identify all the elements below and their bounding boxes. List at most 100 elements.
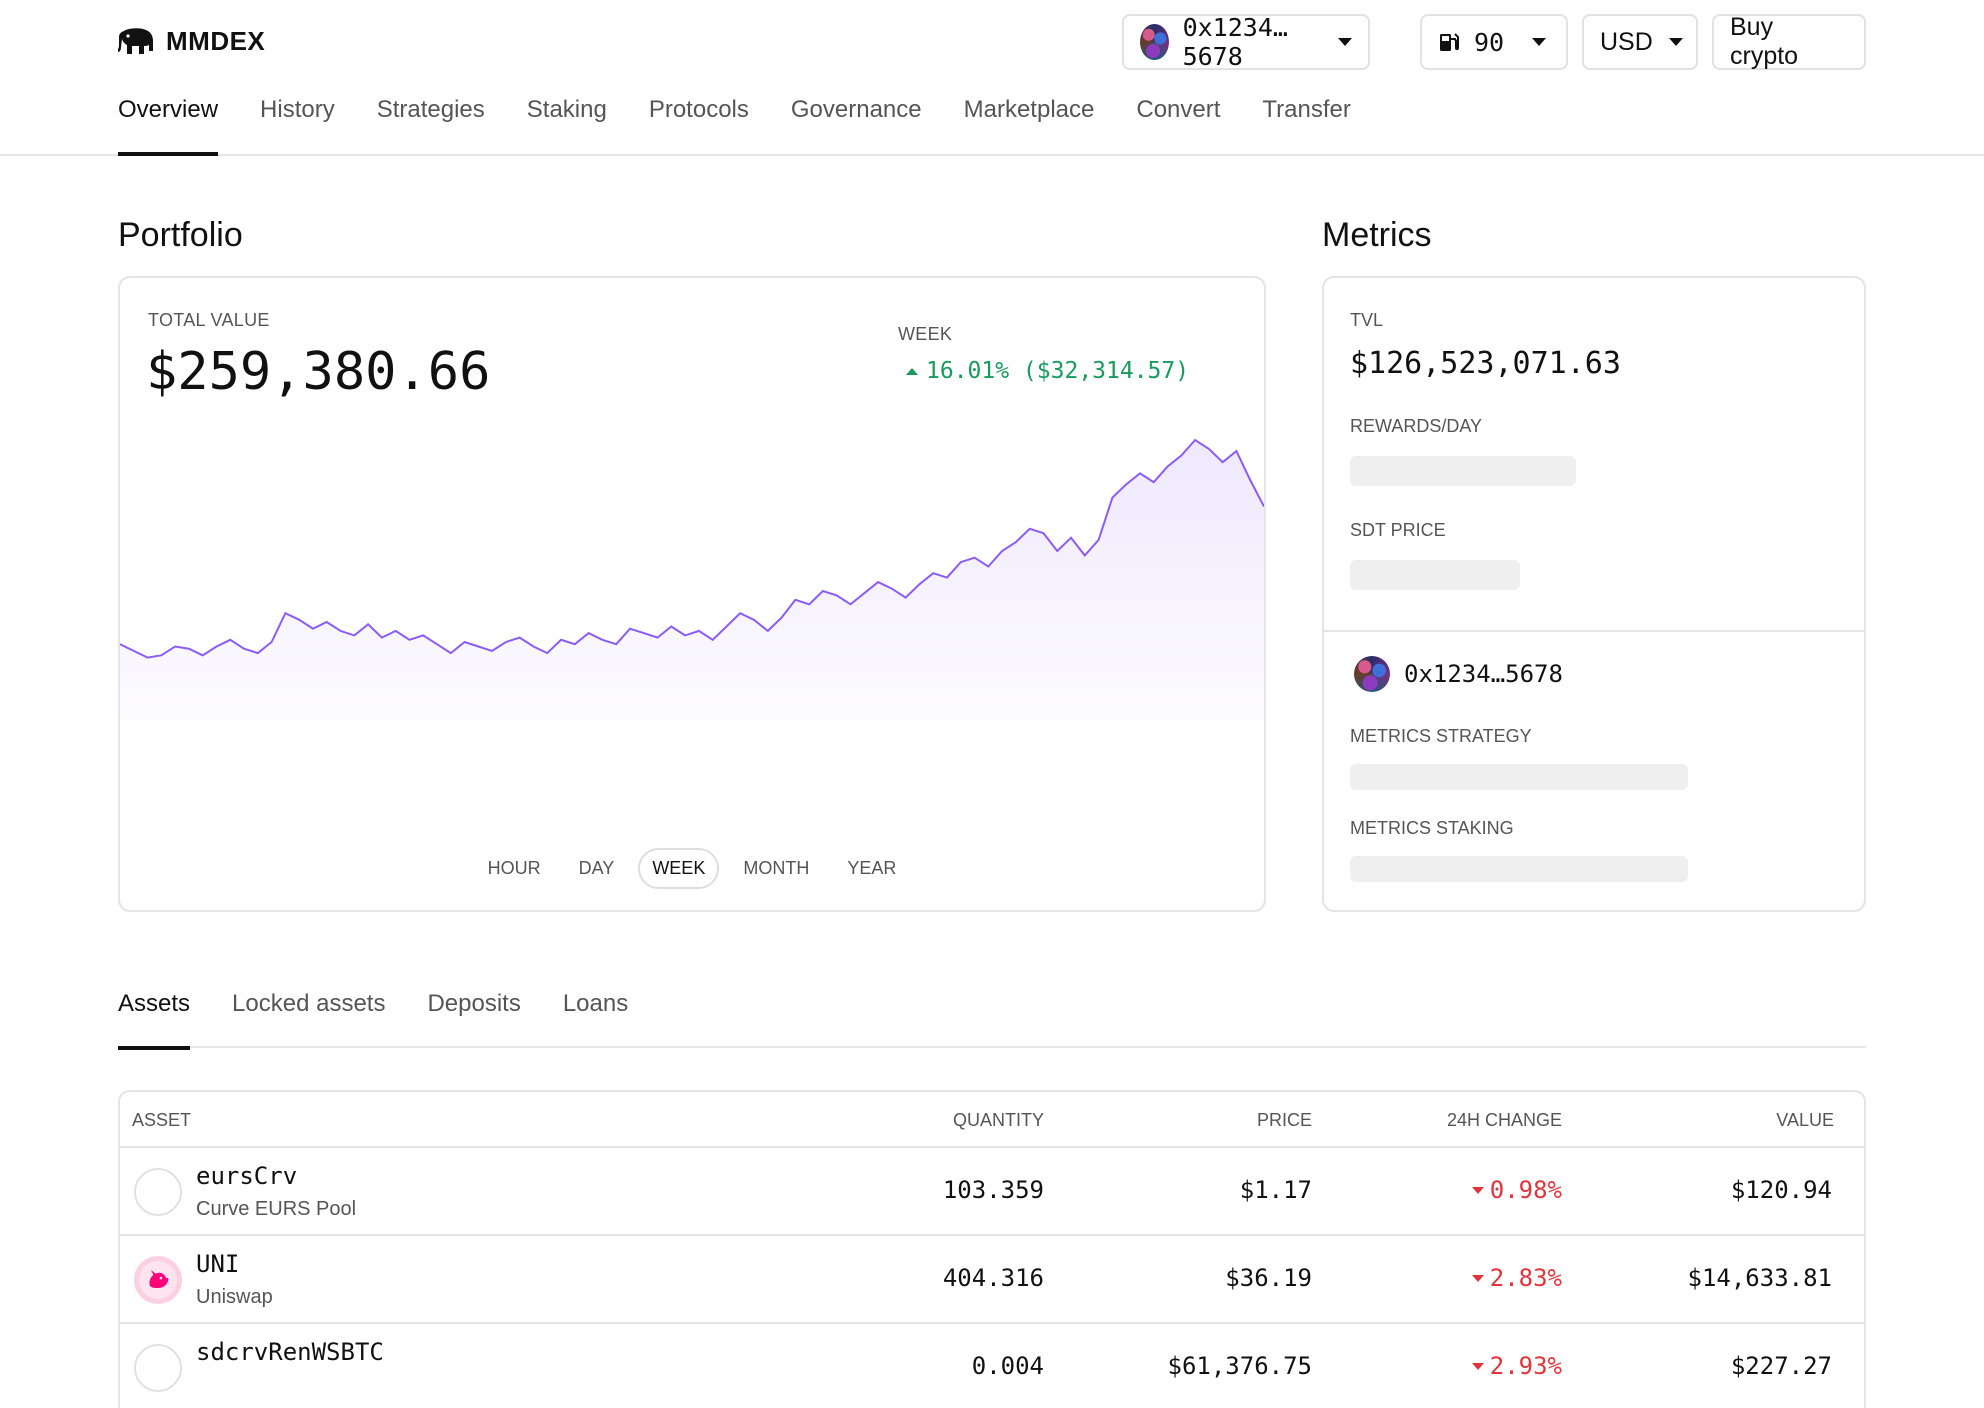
metrics-card: TVL $126,523,071.63 REWARDS/DAY SDT PRIC…: [1322, 276, 1866, 912]
buy-crypto-label: Buy crypto: [1730, 13, 1799, 70]
metrics-staking-label: METRICS STAKING: [1350, 818, 1514, 838]
range-hour-button[interactable]: HOUR: [474, 848, 555, 889]
uniswap-icon: [134, 1256, 182, 1304]
range-month-button[interactable]: MONTH: [729, 848, 823, 889]
elephant-icon: [118, 27, 153, 54]
gas-value: 90: [1474, 27, 1505, 57]
nav-transfer[interactable]: Transfer: [1262, 96, 1350, 156]
rewards-label: REWARDS/DAY: [1350, 416, 1483, 436]
nav-history[interactable]: History: [260, 96, 335, 156]
asset-quantity: 0.004: [971, 1352, 1044, 1380]
metrics-staking-skeleton: [1350, 856, 1688, 882]
chevron-down-icon: [1338, 38, 1352, 46]
col-price[interactable]: PRICE: [1257, 1110, 1312, 1131]
asset-value: $14,633.81: [1687, 1264, 1833, 1292]
portfolio-chart: [120, 438, 1264, 720]
tvl-value: $126,523,071.63: [1350, 346, 1621, 381]
metrics-divider: [1324, 630, 1864, 632]
nav-strategies[interactable]: Strategies: [377, 96, 485, 156]
asset-change-value: 2.83%: [1489, 1264, 1562, 1292]
tab-locked-assets[interactable]: Locked assets: [232, 990, 385, 1048]
nav-governance[interactable]: Governance: [791, 96, 922, 156]
token-icon: [134, 1168, 182, 1216]
chevron-down-icon: [1532, 38, 1547, 46]
arrow-down-icon: [1471, 1362, 1484, 1370]
metrics-title: Metrics: [1322, 216, 1432, 254]
asset-tabs: Assets Locked assets Deposits Loans: [118, 990, 1866, 1050]
arrow-down-icon: [1471, 1186, 1484, 1194]
col-24h-change[interactable]: 24H CHANGE: [1447, 1110, 1562, 1131]
buy-crypto-button[interactable]: Buy crypto: [1712, 13, 1866, 70]
nav-staking[interactable]: Staking: [527, 96, 607, 156]
wallet-button[interactable]: 0x1234…5678: [1122, 13, 1370, 71]
main-nav: Overview History Strategies Staking Protocol…: [118, 96, 1393, 156]
tab-assets[interactable]: Assets: [118, 990, 191, 1050]
arrow-up-icon: [906, 367, 918, 375]
asset-subtitle: Curve EURS Pool: [196, 1198, 357, 1220]
metrics-strategy-skeleton: [1350, 764, 1688, 790]
sdt-price-label: SDT PRICE: [1350, 520, 1446, 540]
range-selector: HOUR DAY WEEK MONTH YEAR: [120, 848, 1264, 889]
asset-price: $61,376.75: [1167, 1352, 1313, 1380]
total-value-label: TOTAL VALUE: [148, 310, 270, 330]
chevron-down-icon: [1668, 38, 1683, 46]
table-row[interactable]: sdcrvRenWSBTC 0.004 $61,376.75 2.93% $227.27: [120, 1324, 1864, 1408]
range-year-button[interactable]: YEAR: [833, 848, 910, 889]
asset-value: $120.94: [1730, 1176, 1832, 1204]
total-value: $259,380.66: [146, 342, 491, 402]
asset-24h-change: 2.83%: [1471, 1264, 1562, 1292]
asset-24h-change: 2.93%: [1471, 1352, 1562, 1380]
asset-price: $1.17: [1239, 1176, 1312, 1204]
currency-select[interactable]: USD: [1582, 14, 1698, 70]
nav-marketplace[interactable]: Marketplace: [964, 96, 1095, 156]
tvl-label: TVL: [1350, 310, 1384, 330]
table-row[interactable]: UNI Uniswap 404.316 $36.19 2.83% $14,633.81: [120, 1236, 1864, 1324]
week-change-value: 16.01% ($32,314.57): [926, 358, 1190, 384]
asset-symbol: UNI: [196, 1250, 240, 1278]
metrics-wallet: 0x1234…5678: [1354, 656, 1563, 692]
table-row[interactable]: eursCrv Curve EURS Pool 103.359 $1.17 0.98% $…: [120, 1148, 1864, 1236]
sdt-price-skeleton: [1350, 560, 1520, 590]
week-change: 16.01% ($32,314.57): [906, 358, 1189, 384]
asset-quantity: 404.316: [942, 1264, 1044, 1292]
asset-quantity: 103.359: [942, 1176, 1044, 1204]
col-asset[interactable]: ASSET: [132, 1110, 191, 1131]
wallet-address: 0x1234…5678: [1182, 13, 1288, 71]
nav-convert[interactable]: Convert: [1136, 96, 1220, 156]
asset-value: $227.27: [1730, 1352, 1832, 1380]
asset-change-value: 0.98%: [1489, 1176, 1562, 1204]
gas-button[interactable]: 90: [1420, 14, 1568, 70]
wallet-avatar: [1140, 24, 1169, 60]
asset-24h-change: 0.98%: [1471, 1176, 1562, 1204]
nav-protocols[interactable]: Protocols: [649, 96, 749, 156]
col-value[interactable]: VALUE: [1776, 1110, 1834, 1131]
asset-symbol: eursCrv: [196, 1162, 298, 1190]
wallet-avatar: [1354, 656, 1390, 692]
asset-change-value: 2.93%: [1489, 1352, 1562, 1380]
chart-area-fill: [120, 440, 1264, 720]
arrow-down-icon: [1471, 1274, 1484, 1282]
portfolio-title: Portfolio: [118, 216, 243, 254]
metrics-wallet-address: 0x1234…5678: [1404, 660, 1563, 688]
currency-value: USD: [1600, 27, 1653, 56]
col-quantity[interactable]: QUANTITY: [953, 1110, 1044, 1131]
rewards-skeleton: [1350, 456, 1576, 486]
nav-overview[interactable]: Overview: [118, 96, 219, 156]
token-icon: [134, 1344, 182, 1392]
table-header: ASSET QUANTITY PRICE 24H CHANGE VALUE: [120, 1092, 1864, 1148]
range-week-button[interactable]: WEEK: [638, 848, 720, 889]
asset-price: $36.19: [1225, 1264, 1312, 1292]
top-header: MMDEX 0x1234…5678 90 USD Buy crypto Over…: [0, 0, 1984, 156]
period-label: WEEK: [898, 324, 953, 344]
portfolio-card: TOTAL VALUE $259,380.66 WEEK 16.01% ($32…: [118, 276, 1266, 912]
assets-table: ASSET QUANTITY PRICE 24H CHANGE VALUE eu…: [118, 1090, 1866, 1408]
asset-symbol: sdcrvRenWSBTC: [196, 1338, 384, 1366]
logo-text: MMDEX: [166, 26, 266, 56]
asset-subtitle: Uniswap: [196, 1286, 273, 1308]
logo[interactable]: MMDEX: [118, 26, 265, 57]
gas-pump-icon: [1440, 33, 1459, 51]
tab-loans[interactable]: Loans: [563, 990, 628, 1048]
tab-deposits[interactable]: Deposits: [427, 990, 520, 1048]
metrics-strategy-label: METRICS STRATEGY: [1350, 726, 1532, 746]
range-day-button[interactable]: DAY: [565, 848, 629, 889]
